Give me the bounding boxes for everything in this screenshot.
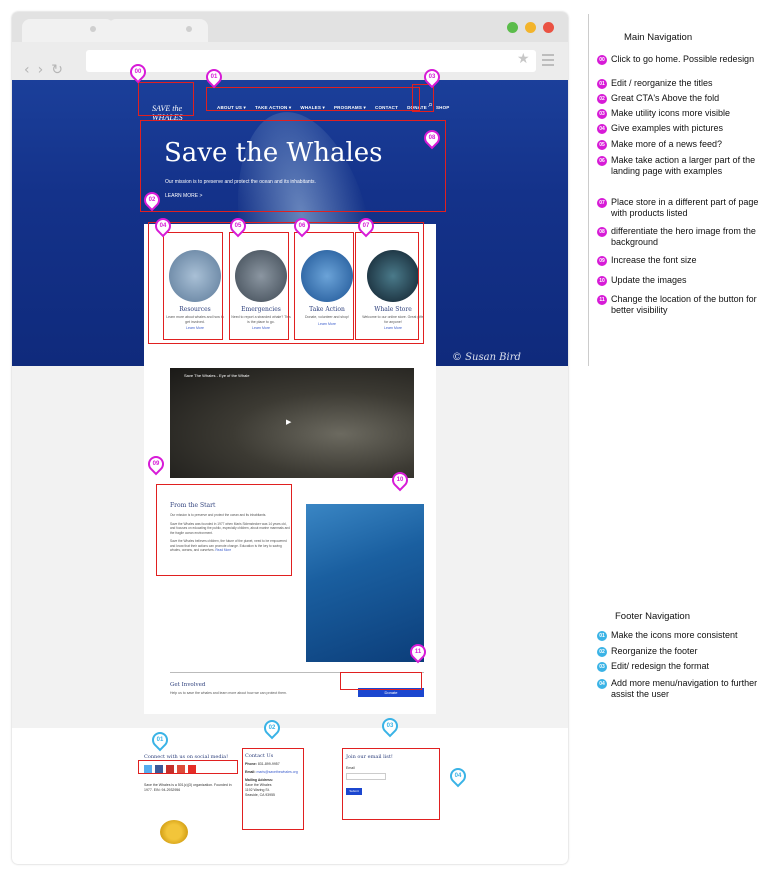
note-text: Make utility icons more visible bbox=[611, 108, 731, 118]
tab-close-icon[interactable] bbox=[186, 26, 192, 32]
annotation-box-05 bbox=[229, 232, 289, 340]
note-text: Great CTA's Above the fold bbox=[611, 93, 720, 103]
note-number: 00 bbox=[597, 55, 607, 65]
note-item: 07 Place store in a different part of pag… bbox=[597, 197, 761, 219]
note-number: 04 bbox=[597, 124, 607, 134]
badge-seal bbox=[160, 820, 188, 844]
note-item: 00 Click to go home. Possible redesign bbox=[597, 54, 761, 65]
note-text: Reorganize the footer bbox=[611, 646, 698, 656]
annotation-box-03 bbox=[412, 84, 434, 112]
note-number: 01 bbox=[597, 631, 607, 641]
menu-icon[interactable] bbox=[542, 54, 554, 69]
note-number: 08 bbox=[597, 227, 607, 237]
main-nav-notes-title: Main Navigation bbox=[624, 32, 693, 43]
note-number: 09 bbox=[597, 256, 607, 266]
annotation-box-09 bbox=[156, 484, 292, 576]
browser-tab[interactable] bbox=[108, 19, 208, 42]
note-item: 04 Give examples with pictures bbox=[597, 123, 761, 134]
note-number: 03 bbox=[597, 109, 607, 119]
video-player[interactable]: Save The Whales - Eye of the Whale ▶ bbox=[170, 368, 414, 478]
whale-photo bbox=[306, 504, 424, 662]
browser-tab[interactable] bbox=[22, 19, 114, 42]
org-info: Save the Whales is a 501(c)(3) organizat… bbox=[144, 783, 232, 792]
note-text: Increase the font size bbox=[611, 255, 697, 265]
maximize-button[interactable] bbox=[507, 22, 518, 33]
forward-icon[interactable]: › bbox=[38, 62, 52, 78]
minimize-button[interactable] bbox=[525, 22, 536, 33]
reload-icon[interactable]: ↻ bbox=[51, 62, 71, 78]
note-item: 05 Make more of a news feed? bbox=[597, 139, 761, 150]
get-involved-title: Get Involved bbox=[170, 682, 206, 688]
note-text: Give examples with pictures bbox=[611, 123, 724, 133]
back-icon[interactable]: ‹ bbox=[24, 62, 38, 78]
note-number: 06 bbox=[597, 156, 607, 166]
note-text: Make the icons more consistent bbox=[611, 630, 738, 640]
note-number: 02 bbox=[597, 647, 607, 657]
tab-close-icon[interactable] bbox=[90, 26, 96, 32]
annotation-box-f01 bbox=[138, 760, 238, 774]
note-item: 03 Edit/ redesign the format bbox=[597, 661, 761, 672]
annotation-pin: 01 bbox=[148, 728, 172, 752]
annotation-box-f03 bbox=[342, 748, 440, 820]
annotation-box-11 bbox=[340, 672, 422, 690]
note-text: Make more of a news feed? bbox=[611, 139, 723, 149]
note-text: Make take action a larger part of the la… bbox=[611, 155, 756, 176]
browser-window: ‹›↻ ★ SAVE the WHALES ABOUT US ▾ TAKE AC… bbox=[12, 12, 568, 864]
note-number: 02 bbox=[597, 94, 607, 104]
note-text: Edit/ redesign the format bbox=[611, 661, 710, 671]
note-text: Place store in a different part of page … bbox=[611, 197, 759, 218]
note-number: 04 bbox=[597, 679, 607, 689]
note-item: 03 Make utility icons more visible bbox=[597, 108, 761, 119]
annotation-box-01 bbox=[206, 87, 420, 111]
note-item: 02 Reorganize the footer bbox=[597, 646, 761, 657]
video-title: Save The Whales - Eye of the Whale bbox=[184, 373, 250, 378]
annotation-box-06 bbox=[294, 232, 354, 340]
note-item: 10 Update the images bbox=[597, 275, 761, 286]
note-text: Change the location of the button for be… bbox=[611, 294, 757, 315]
note-text: Edit / reorganize the titles bbox=[611, 78, 713, 88]
get-involved-text: Help us to save the whales and learn mor… bbox=[170, 691, 287, 695]
note-number: 11 bbox=[597, 295, 607, 305]
annotation-box-04 bbox=[163, 232, 223, 340]
note-item: 11 Change the location of the button for … bbox=[597, 294, 761, 316]
footer-nav-notes-title: Footer Navigation bbox=[615, 611, 690, 622]
note-item: 02 Great CTA's Above the fold bbox=[597, 93, 761, 104]
note-item: 09 Increase the font size bbox=[597, 255, 761, 266]
photo-credit: © Susan Bird bbox=[452, 352, 521, 363]
note-number: 07 bbox=[597, 198, 607, 208]
bookmark-star-icon[interactable]: ★ bbox=[517, 51, 530, 67]
note-text: Add more menu/navigation to further assi… bbox=[611, 678, 758, 699]
note-item: 04 Add more menu/navigation to further as… bbox=[597, 678, 761, 700]
note-number: 10 bbox=[597, 276, 607, 286]
note-text: Click to go home. Possible redesign bbox=[611, 54, 755, 64]
note-item: 06 Make take action a larger part of the … bbox=[597, 155, 761, 177]
divider bbox=[588, 14, 589, 366]
close-button[interactable] bbox=[543, 22, 554, 33]
note-number: 03 bbox=[597, 662, 607, 672]
note-number: 01 bbox=[597, 79, 607, 89]
annotation-box-07 bbox=[355, 232, 419, 340]
play-icon[interactable]: ▶ bbox=[286, 418, 291, 426]
note-item: 08 differentiate the hero image from the … bbox=[597, 226, 761, 248]
note-number: 05 bbox=[597, 140, 607, 150]
nav-item-shop[interactable]: SHOP bbox=[436, 105, 450, 111]
annotation-pin: 04 bbox=[446, 764, 470, 788]
note-text: differentiate the hero image from the ba… bbox=[611, 226, 756, 247]
annotation-box-08 bbox=[140, 120, 446, 212]
note-text: Update the images bbox=[611, 275, 687, 285]
annotation-box-00 bbox=[138, 82, 194, 116]
note-item: 01 Make the icons more consistent bbox=[597, 630, 761, 641]
url-bar[interactable] bbox=[86, 50, 536, 72]
note-item: 01 Edit / reorganize the titles bbox=[597, 78, 761, 89]
annotation-box-f02 bbox=[242, 748, 304, 830]
nav-buttons[interactable]: ‹›↻ bbox=[24, 62, 71, 78]
